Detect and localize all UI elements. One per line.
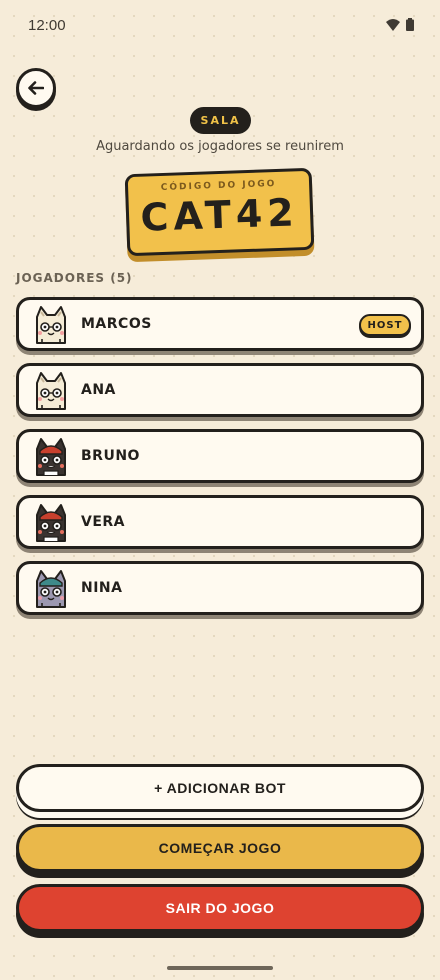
start-game-button[interactable]: COMEÇAR JOGO (16, 824, 424, 872)
player-card-bruno: BRUNO (16, 429, 424, 483)
grey-cat-blue-hat-avatar-icon (29, 567, 73, 611)
player-name: ANA (81, 382, 116, 398)
add-bot-button[interactable]: + ADICIONAR BOT (16, 764, 424, 812)
arrow-left-icon (28, 81, 44, 95)
player-name: NINA (81, 580, 123, 596)
player-list: MARCOS HOST ANA BRUNO VERA NINA (16, 297, 424, 627)
host-badge: HOST (359, 314, 411, 336)
room-badge: SALA (190, 107, 251, 134)
player-card-ana: ANA (16, 363, 424, 417)
game-code-value: CAT42 (139, 190, 300, 240)
players-heading: JOGADORES (5) (16, 271, 133, 285)
game-code-card: CÓDIGO DO JOGO CAT42 (124, 167, 315, 257)
waiting-status-text: Aguardando os jogadores se reunirem (96, 139, 344, 154)
leave-game-button[interactable]: SAIR DO JOGO (16, 884, 424, 932)
cream-cat-avatar-icon (29, 369, 73, 413)
player-name: VERA (81, 514, 126, 530)
player-card-marcos: MARCOS HOST (16, 297, 424, 351)
back-button[interactable] (16, 68, 56, 108)
cream-cat-avatar-icon (29, 303, 73, 347)
player-name: BRUNO (81, 448, 140, 464)
black-cat-red-hat-avatar-icon (29, 501, 73, 545)
black-cat-red-hat-avatar-icon (29, 435, 73, 479)
player-card-vera: VERA (16, 495, 424, 549)
wifi-icon (386, 18, 400, 31)
status-time: 12:00 (28, 17, 66, 34)
status-bar: 12:00 (0, 0, 440, 50)
battery-icon (406, 18, 414, 31)
status-icons (386, 18, 414, 31)
home-indicator[interactable] (167, 966, 273, 970)
player-name: MARCOS (81, 316, 152, 332)
player-card-nina: NINA (16, 561, 424, 615)
